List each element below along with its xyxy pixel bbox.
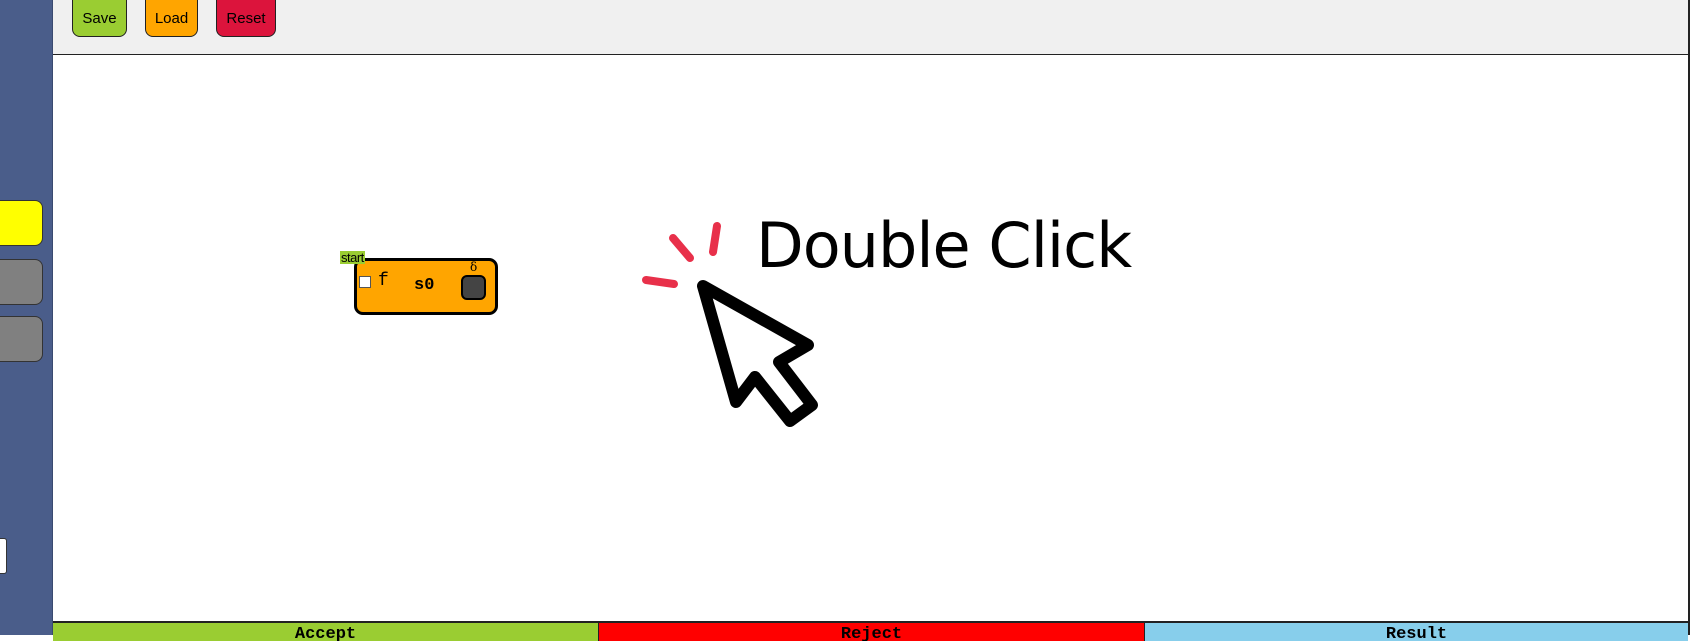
tool-sidebar	[0, 0, 53, 635]
reset-button[interactable]: Reset	[216, 0, 276, 37]
start-state-label: start	[340, 250, 365, 265]
sidebar-tool-gray-1[interactable]	[0, 259, 43, 305]
result-tab[interactable]: Result	[1145, 621, 1688, 641]
reject-tab[interactable]: Reject	[599, 621, 1145, 641]
transition-delta-label: δ	[470, 260, 478, 274]
top-toolbar: Save Load Reset	[53, 0, 1689, 55]
state-name: s0	[414, 276, 435, 295]
sidebar-tool-gray-2[interactable]	[0, 316, 43, 362]
final-state-label: f	[378, 271, 389, 291]
sidebar-input[interactable]	[0, 538, 7, 574]
load-button[interactable]: Load	[145, 0, 198, 37]
sidebar-tool-yellow[interactable]	[0, 200, 43, 246]
final-state-checkbox[interactable]	[359, 276, 371, 288]
accept-tab[interactable]: Accept	[53, 621, 599, 641]
save-button[interactable]: Save	[72, 0, 127, 37]
double-click-hint: Double Click	[756, 209, 1132, 282]
automaton-canvas[interactable]	[53, 55, 1688, 621]
transition-handle[interactable]	[461, 275, 486, 300]
